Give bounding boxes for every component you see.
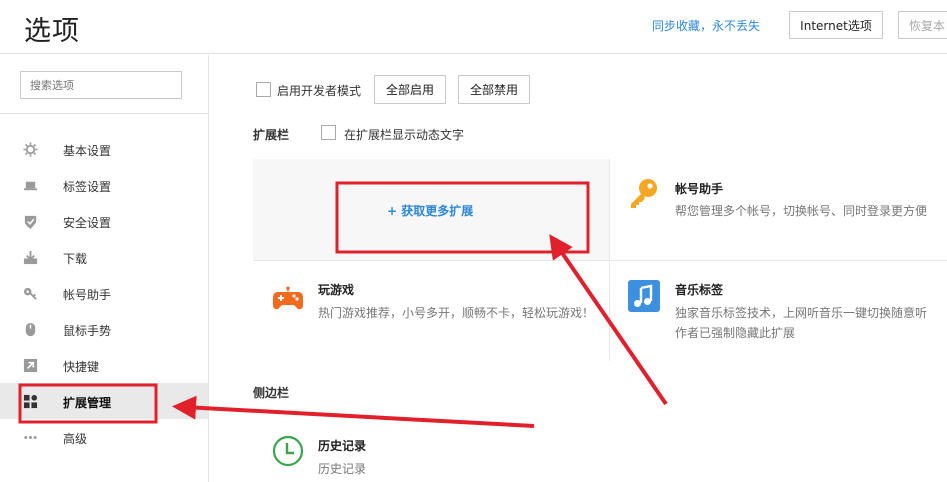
sidebar-item-label: 帐号助手 (63, 288, 112, 302)
sidebar-item-shortcut[interactable]: 快捷键 (0, 347, 208, 383)
grid-divider (253, 260, 947, 261)
sidebar-item-label: 基本设置 (63, 144, 112, 158)
sidebar-item-extensions[interactable]: 扩展管理 (0, 383, 208, 419)
header: 选项 同步收藏，永不丢失 Internet选项 恢复本 (0, 0, 947, 54)
key-icon (631, 179, 657, 208)
more-icon (24, 436, 37, 439)
extension-bar-title: 扩展栏 (253, 128, 290, 142)
sidebar-item-label: 扩展管理 (63, 396, 112, 410)
key-icon (23, 287, 37, 300)
gear-icon (23, 142, 38, 157)
extension-title: 帐号助手 (675, 182, 724, 196)
sidebar-item-mouse-gesture[interactable]: 鼠标手势 (0, 311, 208, 347)
sidebar-item-security[interactable]: 安全设置 (0, 203, 208, 239)
sidebar-section-title: 侧边栏 (253, 386, 290, 400)
sidebar-item-label: 标签设置 (63, 180, 112, 194)
sidebar-item-label: 安全设置 (63, 216, 112, 230)
get-more-extensions-link[interactable]: + 获取更多扩展 (387, 202, 473, 219)
sidebar-item-basic[interactable]: 基本设置 (0, 131, 208, 167)
extension-description: 帮您管理多个帐号，切换帐号、同时登录更方便 (675, 204, 928, 218)
download-icon (23, 250, 38, 265)
music-icon (628, 280, 660, 312)
dev-mode-checkbox[interactable] (256, 82, 271, 97)
internet-options-button[interactable]: Internet选项 (789, 11, 883, 39)
extension-title: 历史记录 (318, 439, 367, 453)
sidebar-item-label: 鼠标手势 (63, 324, 112, 338)
disable-all-button[interactable]: 全部禁用 (458, 75, 530, 104)
enable-all-button[interactable]: 全部启用 (374, 75, 446, 104)
extension-description: 热门游戏推荐，小号多开，顺畅不卡，轻松玩游戏！ (318, 306, 595, 320)
sidebar-item-tabs[interactable]: 标签设置 (0, 167, 208, 203)
search-input[interactable] (20, 71, 182, 99)
restore-default-button[interactable]: 恢复本 (898, 11, 947, 39)
sidebar-item-label: 快捷键 (63, 360, 100, 374)
sidebar: 基本设置 标签设置 安全设置 下载 帐号助手 鼠标 (0, 55, 209, 482)
main-content: 启用开发者模式 全部启用 全部禁用 扩展栏 在扩展栏显示动态文字 + 获取更多扩… (210, 55, 947, 482)
sidebar-item-label: 高级 (63, 432, 88, 446)
clock-icon (272, 435, 304, 467)
extension-title: 音乐标签 (675, 283, 724, 297)
sidebar-divider (0, 113, 208, 114)
grid-icon (23, 394, 38, 409)
extension-status: 作者已强制隐藏此扩展 (675, 326, 796, 340)
sidebar-item-download[interactable]: 下载 (0, 239, 208, 275)
gamepad-icon (273, 286, 303, 310)
extension-description: 独家音乐标签技术，上网听音乐一键切换随意听 (675, 306, 928, 320)
page-title: 选项 (24, 16, 80, 47)
sync-link[interactable]: 同步收藏，永不丢失 (652, 17, 760, 34)
mouse-icon (25, 322, 36, 337)
shield-icon (24, 215, 37, 229)
tab-icon (23, 181, 38, 191)
shortcut-icon (23, 358, 38, 373)
sidebar-item-label: 下载 (63, 252, 88, 266)
dynamic-text-label: 在扩展栏显示动态文字 (344, 128, 465, 142)
grid-divider (609, 159, 610, 361)
dynamic-text-checkbox[interactable] (321, 125, 336, 140)
sidebar-item-advanced[interactable]: 高级 (0, 419, 208, 455)
dev-mode-label: 启用开发者模式 (277, 84, 362, 98)
sidebar-item-account[interactable]: 帐号助手 (0, 275, 208, 311)
extension-description: 历史记录 (318, 462, 367, 476)
extension-title: 玩游戏 (318, 283, 355, 297)
